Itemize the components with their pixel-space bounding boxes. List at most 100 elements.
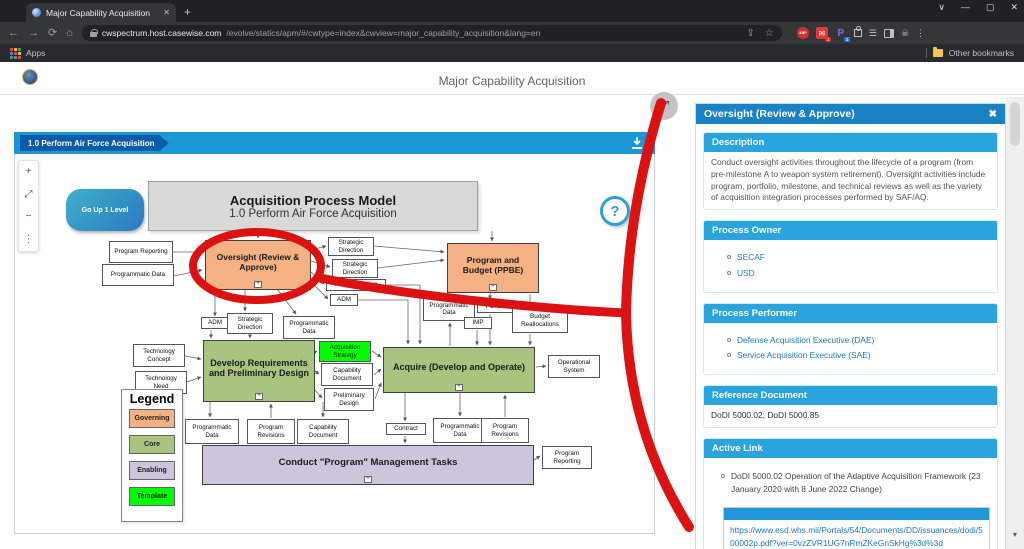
io-box-capability-document: Capability Document <box>321 363 373 386</box>
ppbe-label: Program and Budget (PPBE) <box>452 255 534 275</box>
browser-tab[interactable]: Major Capability Acquisition ✕ <box>26 3 176 22</box>
fit-screen-button[interactable]: ⤢ <box>25 190 33 200</box>
bullet-icon <box>727 255 731 259</box>
back-button[interactable]: ← <box>8 28 19 39</box>
legend-item-enabling: Enabling <box>129 461 175 480</box>
details-panel: Oversight (Review & Approve) ✖ Descripti… <box>695 103 1006 549</box>
conduct-label: Conduct "Program" Management Tasks <box>279 457 458 468</box>
reading-list-icon[interactable]: ☰ <box>869 28 877 39</box>
process-performer-link[interactable]: Defense Acquisition Executive (DAE) <box>737 335 874 347</box>
link-box: https://www.esd.whs.mil/Portals/54/Docum… <box>723 507 990 549</box>
acquire-label: Acquire (Develop and Operate) <box>393 362 525 372</box>
p-badge: 1 <box>844 37 850 42</box>
legend-item-core: Core <box>129 435 175 454</box>
section-active-link: Active Link DoDI 5000.02 Operation of th… <box>703 438 998 549</box>
panel-title: Oversight (Review & Approve) <box>704 108 855 120</box>
io-box-technology-concept: Technology Concept <box>133 344 185 367</box>
go-up-level-button[interactable]: Go Up 1 Level <box>66 189 144 231</box>
io-box-budget-reallocations: Budget Reallocations <box>512 308 568 333</box>
process-box-develop[interactable]: Develop Requirements and Preliminary Des… <box>203 340 315 402</box>
oversight-label: Oversight (Review & Approve) <box>210 252 306 272</box>
section-description: Description Conduct oversight activities… <box>703 132 998 210</box>
process-performer-link[interactable]: Service Acquisition Executive (SAE) <box>737 350 871 362</box>
section-process-performer: Process Performer Defense Acquisition Ex… <box>703 303 998 376</box>
diagram-zoom-toolbar: + ⤢ − ⋮ <box>18 160 39 252</box>
side-panel-icon[interactable] <box>884 29 894 38</box>
zoom-in-button[interactable]: + <box>26 167 32 177</box>
legend-item-governing: Governing <box>129 409 175 428</box>
expand-icon[interactable]: + <box>364 476 372 483</box>
io-box-acquisition-strategy: Acquisition Strategy <box>319 341 371 362</box>
process-owner-link[interactable]: USD <box>737 268 755 280</box>
more-options-button[interactable]: ⋮ <box>24 235 34 245</box>
adblock-extension-icon[interactable]: ABP <box>797 27 809 39</box>
expand-panel-button[interactable]: ⤢ <box>650 92 678 120</box>
active-link-title: DoDI 5000.02 Operation of the Adaptive A… <box>731 470 990 496</box>
window-maximize-button[interactable]: ▢ <box>986 2 995 13</box>
url-bar[interactable]: cwspectrum.host.casewise.com /evolve/sta… <box>82 25 782 41</box>
expand-icon[interactable]: + <box>489 284 497 291</box>
help-button[interactable]: ? <box>600 196 630 226</box>
panel-scrollbar-track[interactable] <box>1006 97 1024 549</box>
io-box-preliminary-design: Preliminary Design <box>324 388 374 411</box>
panel-scrollbar-thumb[interactable] <box>1010 102 1020 146</box>
extensions-puzzle-icon[interactable] <box>854 29 862 37</box>
expand-icon[interactable]: + <box>254 281 262 288</box>
io-box-program-reporting: Program Reporting <box>542 446 592 469</box>
download-icon[interactable] <box>630 136 644 150</box>
list-item: Service Acquisition Executive (SAE) <box>727 350 990 362</box>
reload-button[interactable]: ⟳ <box>48 28 57 39</box>
io-box-programmatic-data: Programmatic Data <box>102 264 174 286</box>
zoom-out-button[interactable]: − <box>26 212 32 222</box>
expand-icon[interactable]: + <box>255 393 263 400</box>
browser-toolbar: ← → ⟳ ⌂ cwspectrum.host.casewise.com /ev… <box>0 22 1024 44</box>
home-button[interactable]: ⌂ <box>66 28 73 39</box>
tab-favicon <box>32 8 41 17</box>
legend-title: Legend <box>122 392 182 406</box>
skull-extension-icon[interactable]: ☠ <box>901 28 909 39</box>
expand-icon[interactable]: + <box>455 384 463 391</box>
bookmark-star-icon[interactable]: ☆ <box>765 28 774 39</box>
application-window: Major Capability Acquisition ✕ + ∨ — ▢ ✕… <box>0 0 1024 549</box>
io-box-operational-system: Operational System <box>548 355 600 378</box>
bullet-icon <box>721 474 725 478</box>
io-box-adm: ADM <box>201 317 229 329</box>
bullet-icon <box>727 353 731 357</box>
new-tab-button[interactable]: + <box>184 5 191 19</box>
window-minimize-button[interactable]: — <box>961 2 970 13</box>
share-icon[interactable]: ⇪ <box>747 28 755 39</box>
panel-close-icon[interactable]: ✖ <box>989 109 997 120</box>
url-domain: cwspectrum.host.casewise.com <box>102 28 222 38</box>
io-box-program-revisions: Program Revisions <box>481 418 529 443</box>
browser-menu-icon[interactable]: ⋮ <box>916 28 925 39</box>
tab-search-icon[interactable]: ∨ <box>938 2 945 13</box>
legend-item-template: Template <box>129 487 175 506</box>
io-box-program-reporting: Program Reporting <box>109 241 173 263</box>
io-box-strategic-direction: Strategic Direction <box>328 237 374 256</box>
folder-icon <box>933 49 943 57</box>
tab-close-icon[interactable]: ✕ <box>163 8 170 17</box>
process-box-conduct[interactable]: Conduct "Program" Management Tasks + <box>202 445 534 485</box>
section-header: Process Owner <box>704 221 997 240</box>
model-title-box: Acquisition Process Model 1.0 Perform Ai… <box>148 181 478 231</box>
panel-title-bar: Oversight (Review & Approve) ✖ <box>696 104 1005 124</box>
section-header: Active Link <box>704 439 997 458</box>
active-link-url[interactable]: https://www.esd.whs.mil/Portals/54/Docum… <box>724 520 989 549</box>
breadcrumb-tab[interactable]: 1.0 Perform Air Force Acquisition <box>20 135 169 151</box>
other-bookmarks[interactable]: Other bookmarks <box>949 48 1014 58</box>
apps-shortcut[interactable]: Apps <box>26 48 45 58</box>
scroll-down-arrow[interactable]: ▾ <box>1006 530 1024 539</box>
process-box-acquire[interactable]: Acquire (Develop and Operate) + <box>383 347 535 393</box>
password-extension-icon[interactable]: P1 <box>835 27 847 39</box>
process-box-ppbe[interactable]: Program and Budget (PPBE) + <box>447 243 539 293</box>
apps-grid-icon[interactable] <box>10 48 21 59</box>
process-box-oversight[interactable]: Oversight (Review & Approve) + <box>205 240 311 290</box>
io-box-imp: IMP <box>464 317 492 329</box>
io-box-adm: ADM <box>330 294 358 306</box>
section-header: Process Performer <box>704 304 997 323</box>
model-title: Acquisition Process Model <box>230 193 396 208</box>
mail-extension-icon[interactable]: ✉1 <box>816 27 828 39</box>
forward-button[interactable]: → <box>28 28 39 39</box>
process-owner-link[interactable]: SECAF <box>737 252 765 264</box>
window-close-button[interactable]: ✕ <box>1010 2 1018 13</box>
